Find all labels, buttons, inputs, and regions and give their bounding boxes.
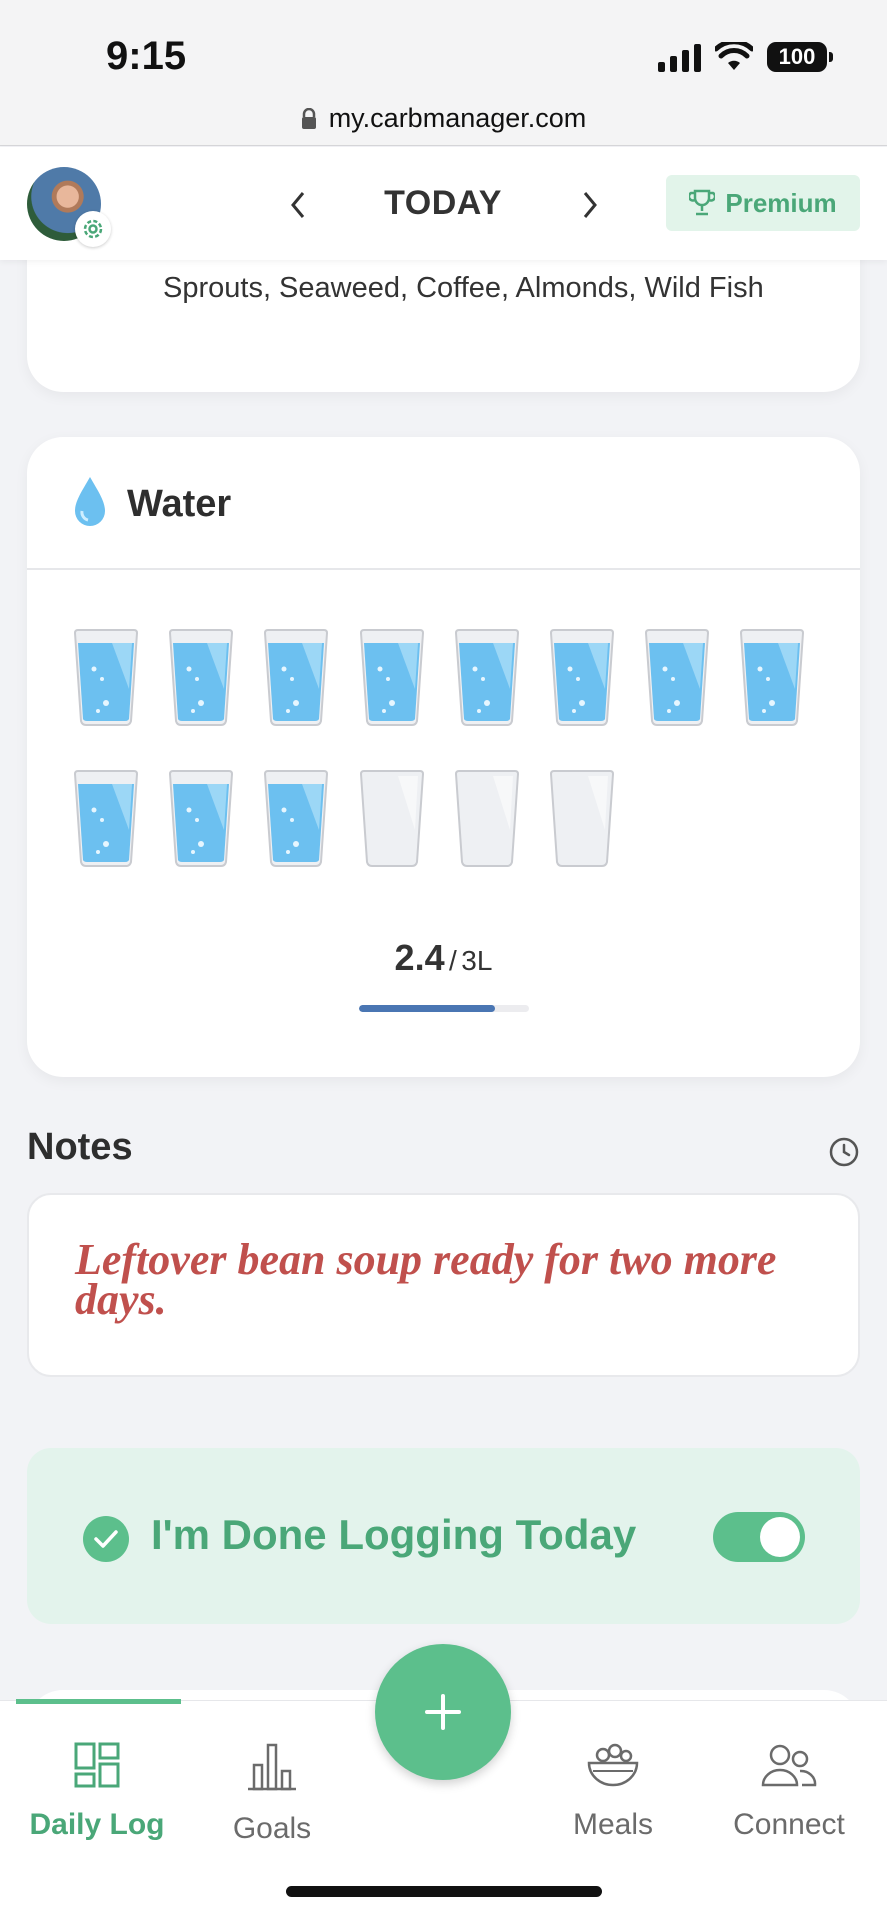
notes-text: Leftover bean soup ready for two more da… xyxy=(75,1235,777,1324)
chevron-left-icon xyxy=(291,192,305,218)
water-glass-full-icon[interactable] xyxy=(167,770,235,868)
url-text: my.carbmanager.com xyxy=(328,103,587,133)
water-card-header: Water xyxy=(27,437,860,570)
water-glass-empty-icon[interactable] xyxy=(358,770,426,868)
plus-icon xyxy=(425,1694,461,1730)
battery-level: 100 xyxy=(778,44,816,69)
tab-daily-log[interactable]: Daily Log xyxy=(12,1741,182,1842)
status-icons: 100 xyxy=(658,42,833,72)
water-progress-fill xyxy=(359,1005,495,1012)
water-separator: / xyxy=(449,945,457,976)
page-title[interactable]: TODAY xyxy=(330,184,556,223)
water-goal: 3L xyxy=(461,945,493,976)
signal-icon xyxy=(658,42,701,72)
clock-icon[interactable] xyxy=(828,1136,860,1168)
done-logging-label: I'm Done Logging Today xyxy=(151,1511,637,1558)
water-progress-bar xyxy=(359,1005,529,1012)
done-logging-toggle[interactable] xyxy=(713,1512,805,1562)
tab-label: Goals xyxy=(232,1812,312,1845)
lock-icon xyxy=(301,107,316,129)
water-glass-full-icon[interactable] xyxy=(643,629,711,727)
water-glass-empty-icon[interactable] xyxy=(453,770,521,868)
food-list-text: Sprouts, Seaweed, Coffee, Almonds, Wild … xyxy=(163,272,764,304)
water-glass-empty-icon[interactable] xyxy=(548,770,616,868)
chevron-right-icon xyxy=(583,192,597,218)
trophy-icon xyxy=(689,189,716,216)
add-entry-button[interactable] xyxy=(375,1644,511,1780)
tab-meals[interactable]: Meals xyxy=(528,1741,698,1842)
status-bar: 9:15 100 xyxy=(0,0,887,92)
browser-url-bar[interactable]: my.carbmanager.com xyxy=(0,92,887,146)
water-glass-full-icon[interactable] xyxy=(72,770,140,868)
active-tab-indicator xyxy=(16,1699,181,1704)
salad-bowl-icon xyxy=(587,1743,639,1787)
water-card: Water 2.4 / 3L xyxy=(27,437,860,1077)
battery-icon: 100 xyxy=(767,42,833,72)
status-time: 9:15 xyxy=(106,34,187,78)
previous-day-button[interactable] xyxy=(283,185,313,225)
people-icon xyxy=(761,1744,817,1787)
bar-chart-icon xyxy=(248,1743,296,1791)
tab-goals[interactable]: Goals xyxy=(187,1741,357,1846)
tab-label: Connect xyxy=(733,1808,845,1841)
done-logging-card: I'm Done Logging Today xyxy=(27,1448,860,1624)
premium-button[interactable]: Premium xyxy=(666,175,860,231)
water-glass-full-icon[interactable] xyxy=(262,629,330,727)
water-glass-full-icon[interactable] xyxy=(167,629,235,727)
notes-card[interactable]: Leftover bean soup ready for two more da… xyxy=(27,1193,860,1377)
water-glass-full-icon[interactable] xyxy=(72,629,140,727)
settings-gear-icon[interactable] xyxy=(75,211,111,247)
toggle-knob xyxy=(760,1517,800,1557)
water-drop-icon xyxy=(75,477,105,526)
notes-heading: Notes xyxy=(27,1126,133,1168)
water-title: Water xyxy=(127,483,232,525)
tab-label: Daily Log xyxy=(29,1808,165,1841)
avatar[interactable] xyxy=(27,167,111,247)
daily-log-icon xyxy=(74,1742,120,1788)
water-consumed: 2.4 xyxy=(394,937,445,978)
water-glass-full-icon[interactable] xyxy=(738,629,806,727)
water-glass-full-icon[interactable] xyxy=(262,770,330,868)
tab-connect[interactable]: Connect xyxy=(704,1741,874,1842)
check-circle-icon xyxy=(83,1516,129,1562)
water-glass-full-icon[interactable] xyxy=(453,629,521,727)
tab-label: Meals xyxy=(572,1808,654,1841)
app-header: TODAY Premium xyxy=(0,147,887,260)
next-day-button[interactable] xyxy=(575,185,605,225)
wifi-icon xyxy=(715,42,753,70)
premium-label: Premium xyxy=(725,187,837,218)
water-glass-full-icon[interactable] xyxy=(358,629,426,727)
home-indicator xyxy=(286,1886,602,1897)
water-total: 2.4 / 3L xyxy=(27,937,860,979)
water-glass-full-icon[interactable] xyxy=(548,629,616,727)
